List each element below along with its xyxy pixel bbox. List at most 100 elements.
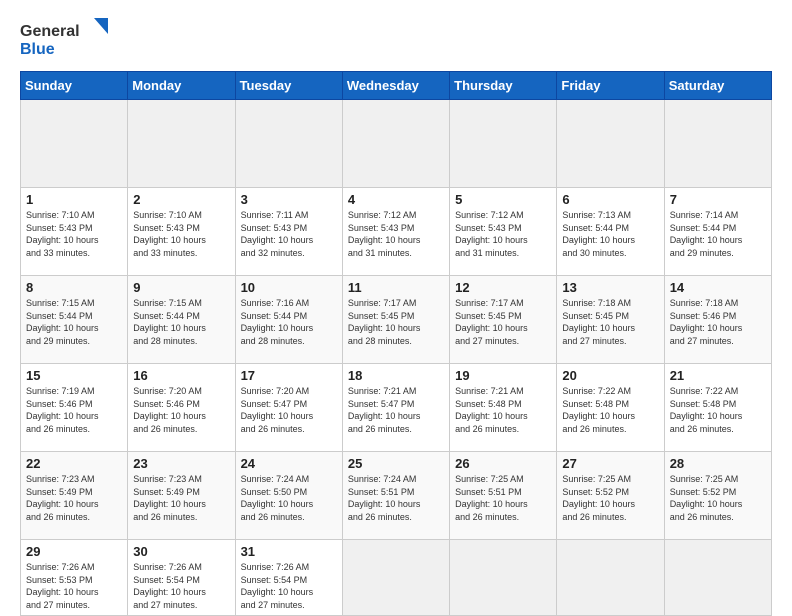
day-number: 14 <box>670 280 766 295</box>
logo-svg: General Blue <box>20 16 110 61</box>
week-row-5: 22 Sunrise: 7:23 AM Sunset: 5:49 PM Dayli… <box>21 452 772 540</box>
svg-text:General: General <box>20 23 80 40</box>
calendar-cell <box>235 100 342 188</box>
header-cell-sunday: Sunday <box>21 72 128 100</box>
header-cell-saturday: Saturday <box>664 72 771 100</box>
calendar-cell: 18 Sunrise: 7:21 AM Sunset: 5:47 PM Dayli… <box>342 364 449 452</box>
header-cell-monday: Monday <box>128 72 235 100</box>
day-number: 21 <box>670 368 766 383</box>
day-info: Sunrise: 7:26 AM Sunset: 5:54 PM Dayligh… <box>133 561 229 611</box>
day-number: 26 <box>455 456 551 471</box>
header-cell-thursday: Thursday <box>450 72 557 100</box>
week-row-1 <box>21 100 772 188</box>
day-info: Sunrise: 7:26 AM Sunset: 5:53 PM Dayligh… <box>26 561 122 611</box>
day-number: 2 <box>133 192 229 207</box>
day-info: Sunrise: 7:25 AM Sunset: 5:52 PM Dayligh… <box>670 473 766 523</box>
day-info: Sunrise: 7:13 AM Sunset: 5:44 PM Dayligh… <box>562 209 658 259</box>
day-number: 9 <box>133 280 229 295</box>
day-info: Sunrise: 7:18 AM Sunset: 5:46 PM Dayligh… <box>670 297 766 347</box>
day-number: 16 <box>133 368 229 383</box>
calendar-cell: 10 Sunrise: 7:16 AM Sunset: 5:44 PM Dayli… <box>235 276 342 364</box>
week-row-4: 15Sunrise: 7:19 AM Sunset: 5:46 PM Dayli… <box>21 364 772 452</box>
calendar-cell: 27 Sunrise: 7:25 AM Sunset: 5:52 PM Dayli… <box>557 452 664 540</box>
calendar-cell: 28Sunrise: 7:25 AM Sunset: 5:52 PM Dayli… <box>664 452 771 540</box>
day-info: Sunrise: 7:10 AM Sunset: 5:43 PM Dayligh… <box>26 209 122 259</box>
calendar-cell: 6 Sunrise: 7:13 AM Sunset: 5:44 PM Daylig… <box>557 188 664 276</box>
calendar-cell: 16 Sunrise: 7:20 AM Sunset: 5:46 PM Dayli… <box>128 364 235 452</box>
week-row-2: 1 Sunrise: 7:10 AM Sunset: 5:43 PM Daylig… <box>21 188 772 276</box>
calendar-cell <box>450 540 557 616</box>
calendar-cell <box>342 100 449 188</box>
calendar-cell: 26 Sunrise: 7:25 AM Sunset: 5:51 PM Dayli… <box>450 452 557 540</box>
day-number: 18 <box>348 368 444 383</box>
calendar-cell: 30 Sunrise: 7:26 AM Sunset: 5:54 PM Dayli… <box>128 540 235 616</box>
calendar-cell: 29Sunrise: 7:26 AM Sunset: 5:53 PM Dayli… <box>21 540 128 616</box>
day-number: 1 <box>26 192 122 207</box>
calendar-cell: 20 Sunrise: 7:22 AM Sunset: 5:48 PM Dayli… <box>557 364 664 452</box>
day-info: Sunrise: 7:17 AM Sunset: 5:45 PM Dayligh… <box>348 297 444 347</box>
day-number: 23 <box>133 456 229 471</box>
day-number: 11 <box>348 280 444 295</box>
day-info: Sunrise: 7:21 AM Sunset: 5:47 PM Dayligh… <box>348 385 444 435</box>
calendar-cell: 5Sunrise: 7:12 AM Sunset: 5:43 PM Daylig… <box>450 188 557 276</box>
header-cell-wednesday: Wednesday <box>342 72 449 100</box>
day-info: Sunrise: 7:14 AM Sunset: 5:44 PM Dayligh… <box>670 209 766 259</box>
day-info: Sunrise: 7:23 AM Sunset: 5:49 PM Dayligh… <box>26 473 122 523</box>
day-number: 12 <box>455 280 551 295</box>
calendar-cell: 13 Sunrise: 7:18 AM Sunset: 5:45 PM Dayli… <box>557 276 664 364</box>
calendar-cell: 4Sunrise: 7:12 AM Sunset: 5:43 PM Daylig… <box>342 188 449 276</box>
calendar-cell: 12 Sunrise: 7:17 AM Sunset: 5:45 PM Dayli… <box>450 276 557 364</box>
day-number: 5 <box>455 192 551 207</box>
day-info: Sunrise: 7:20 AM Sunset: 5:47 PM Dayligh… <box>241 385 337 435</box>
day-number: 19 <box>455 368 551 383</box>
day-info: Sunrise: 7:11 AM Sunset: 5:43 PM Dayligh… <box>241 209 337 259</box>
calendar-table: SundayMondayTuesdayWednesdayThursdayFrid… <box>20 71 772 616</box>
day-info: Sunrise: 7:26 AM Sunset: 5:54 PM Dayligh… <box>241 561 337 611</box>
calendar-cell: 9 Sunrise: 7:15 AM Sunset: 5:44 PM Daylig… <box>128 276 235 364</box>
day-number: 17 <box>241 368 337 383</box>
day-info: Sunrise: 7:24 AM Sunset: 5:50 PM Dayligh… <box>241 473 337 523</box>
calendar-cell: 24Sunrise: 7:24 AM Sunset: 5:50 PM Dayli… <box>235 452 342 540</box>
day-number: 13 <box>562 280 658 295</box>
svg-text:Blue: Blue <box>20 41 55 58</box>
day-number: 10 <box>241 280 337 295</box>
calendar-cell <box>21 100 128 188</box>
day-info: Sunrise: 7:15 AM Sunset: 5:44 PM Dayligh… <box>26 297 122 347</box>
calendar-cell: 22 Sunrise: 7:23 AM Sunset: 5:49 PM Dayli… <box>21 452 128 540</box>
day-info: Sunrise: 7:20 AM Sunset: 5:46 PM Dayligh… <box>133 385 229 435</box>
calendar-cell <box>557 540 664 616</box>
calendar-cell <box>128 100 235 188</box>
calendar-cell <box>664 100 771 188</box>
day-number: 20 <box>562 368 658 383</box>
day-info: Sunrise: 7:25 AM Sunset: 5:51 PM Dayligh… <box>455 473 551 523</box>
calendar-cell: 21Sunrise: 7:22 AM Sunset: 5:48 PM Dayli… <box>664 364 771 452</box>
calendar-cell <box>557 100 664 188</box>
day-info: Sunrise: 7:24 AM Sunset: 5:51 PM Dayligh… <box>348 473 444 523</box>
calendar-cell: 8Sunrise: 7:15 AM Sunset: 5:44 PM Daylig… <box>21 276 128 364</box>
day-info: Sunrise: 7:18 AM Sunset: 5:45 PM Dayligh… <box>562 297 658 347</box>
header: General Blue <box>20 16 772 61</box>
day-number: 22 <box>26 456 122 471</box>
day-info: Sunrise: 7:21 AM Sunset: 5:48 PM Dayligh… <box>455 385 551 435</box>
day-info: Sunrise: 7:16 AM Sunset: 5:44 PM Dayligh… <box>241 297 337 347</box>
week-row-6: 29Sunrise: 7:26 AM Sunset: 5:53 PM Dayli… <box>21 540 772 616</box>
day-info: Sunrise: 7:17 AM Sunset: 5:45 PM Dayligh… <box>455 297 551 347</box>
header-cell-friday: Friday <box>557 72 664 100</box>
day-info: Sunrise: 7:22 AM Sunset: 5:48 PM Dayligh… <box>562 385 658 435</box>
day-info: Sunrise: 7:15 AM Sunset: 5:44 PM Dayligh… <box>133 297 229 347</box>
day-number: 4 <box>348 192 444 207</box>
calendar-cell: 25Sunrise: 7:24 AM Sunset: 5:51 PM Dayli… <box>342 452 449 540</box>
day-info: Sunrise: 7:25 AM Sunset: 5:52 PM Dayligh… <box>562 473 658 523</box>
page: General Blue SundayMondayTuesdayWednesda… <box>0 0 792 612</box>
week-row-3: 8Sunrise: 7:15 AM Sunset: 5:44 PM Daylig… <box>21 276 772 364</box>
calendar-cell <box>450 100 557 188</box>
day-number: 7 <box>670 192 766 207</box>
calendar-cell: 19 Sunrise: 7:21 AM Sunset: 5:48 PM Dayli… <box>450 364 557 452</box>
calendar-cell: 14 Sunrise: 7:18 AM Sunset: 5:46 PM Dayli… <box>664 276 771 364</box>
day-info: Sunrise: 7:10 AM Sunset: 5:43 PM Dayligh… <box>133 209 229 259</box>
calendar-cell: 7 Sunrise: 7:14 AM Sunset: 5:44 PM Daylig… <box>664 188 771 276</box>
calendar-cell: 2 Sunrise: 7:10 AM Sunset: 5:43 PM Daylig… <box>128 188 235 276</box>
day-number: 30 <box>133 544 229 559</box>
day-number: 27 <box>562 456 658 471</box>
day-number: 6 <box>562 192 658 207</box>
